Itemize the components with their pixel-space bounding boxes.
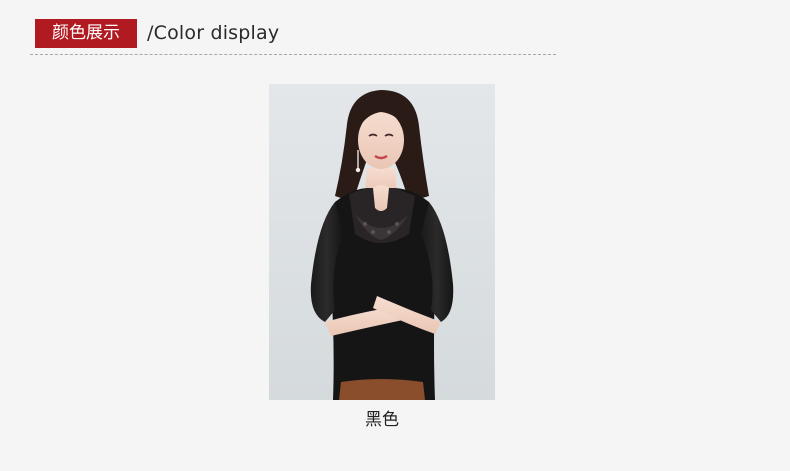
section-subtitle: /Color display xyxy=(147,22,280,44)
product-photo xyxy=(269,84,495,400)
section-header: 颜色展示 /Color display xyxy=(35,19,575,49)
dashed-divider xyxy=(30,54,556,55)
color-caption: 黑色 xyxy=(365,410,399,430)
section-title-badge: 颜色展示 xyxy=(35,19,137,48)
